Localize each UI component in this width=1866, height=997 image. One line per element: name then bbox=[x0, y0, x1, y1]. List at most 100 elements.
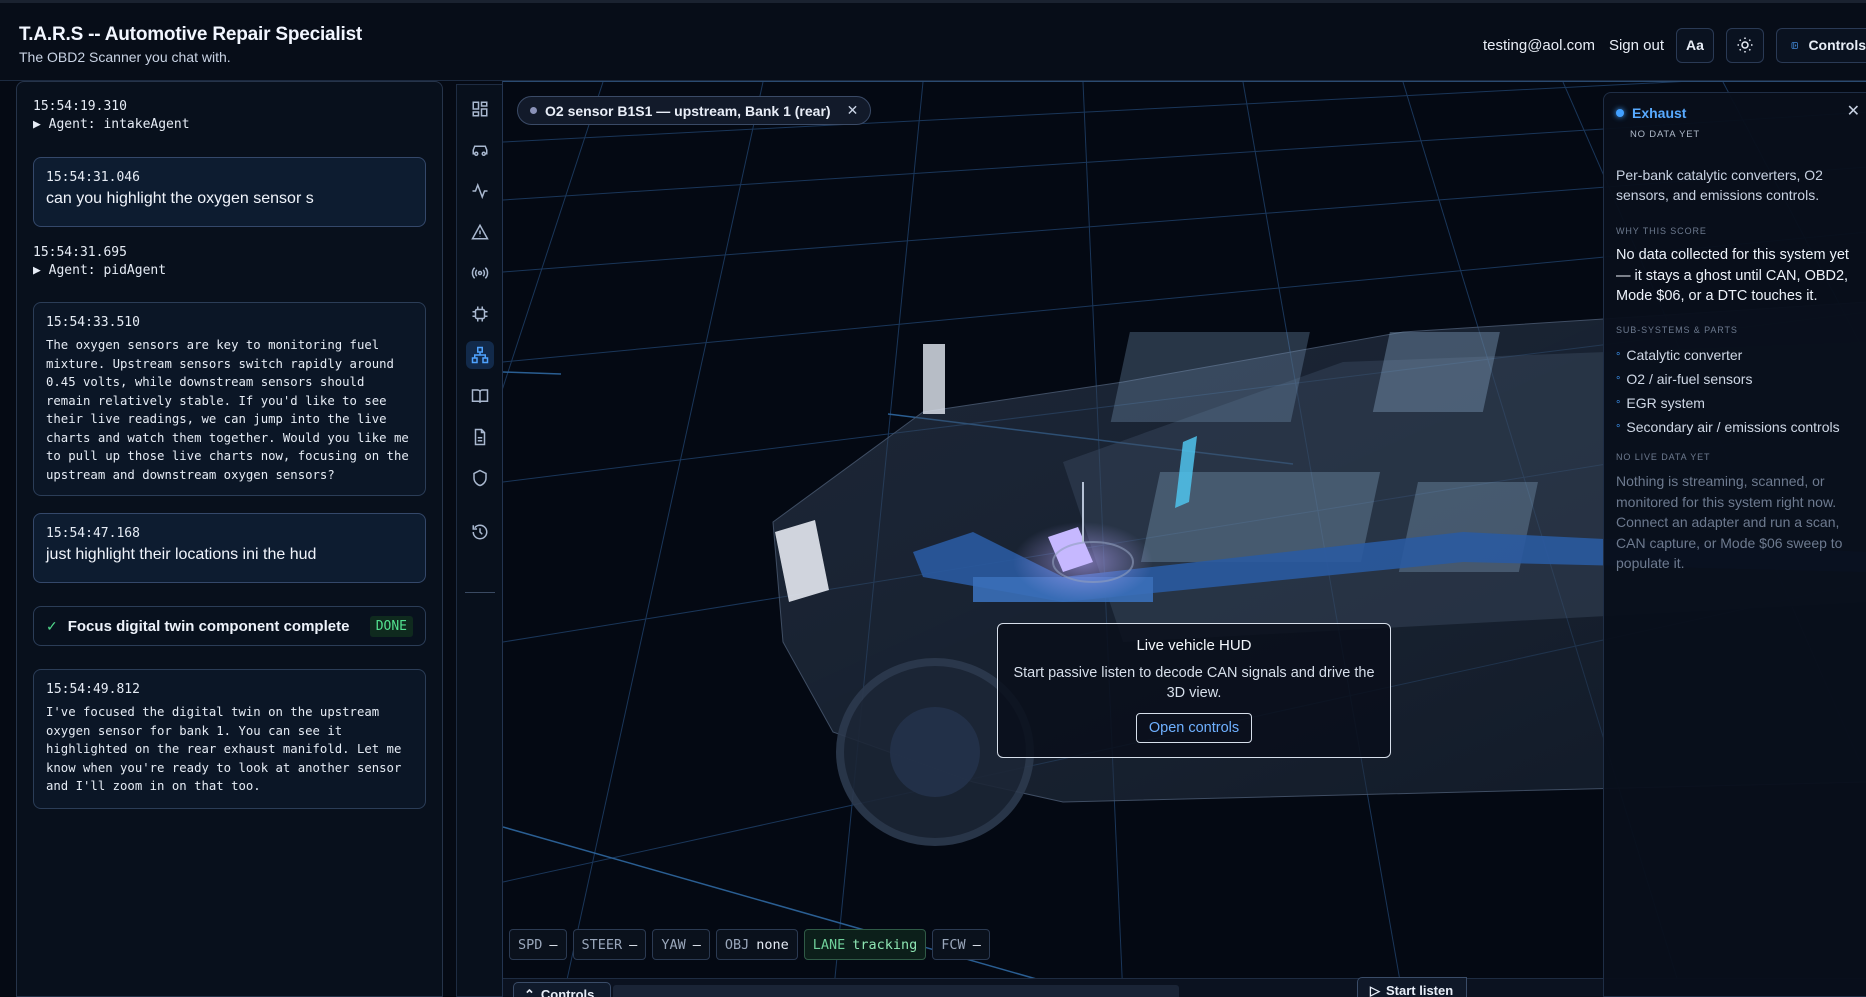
rail-divider bbox=[465, 592, 495, 593]
focus-dot-icon bbox=[530, 107, 537, 114]
list-item: ° EGR system bbox=[1616, 392, 1840, 416]
telemetry-label: LANE bbox=[812, 936, 846, 953]
telemetry-yaw: YAW — bbox=[652, 929, 710, 960]
chip-icon[interactable] bbox=[466, 300, 494, 328]
telemetry-strip: SPD — STEER — YAW — OBJ none LANE tracking FC… bbox=[509, 929, 990, 960]
chat-event: 15:54:31.695 ▶ Agent: pidAgent bbox=[33, 245, 166, 278]
tool-status-row: ✓ Focus digital twin component complete … bbox=[33, 606, 426, 646]
message-text: can you highlight the oxygen sensor s bbox=[46, 190, 314, 207]
system-status: NO DATA YET bbox=[1630, 129, 1701, 140]
user-message: 15:54:47.168 just highlight their locati… bbox=[33, 513, 426, 583]
telemetry-value: tracking bbox=[852, 936, 918, 953]
app-title: T.A.R.S -- Automotive Repair Specialist bbox=[19, 24, 363, 45]
warning-icon[interactable] bbox=[466, 218, 494, 246]
network-icon[interactable] bbox=[466, 341, 494, 369]
focused-component-label: O2 sensor B1S1 — upstream, Bank 1 (rear) bbox=[545, 102, 831, 119]
telemetry-speed: SPD — bbox=[509, 929, 567, 960]
telemetry-label: STEER bbox=[581, 936, 623, 953]
message-text: I've focused the digital twin on the ups… bbox=[46, 705, 402, 793]
part-label: O2 / air-fuel sensors bbox=[1626, 371, 1753, 387]
telemetry-value: — bbox=[549, 936, 558, 953]
chat-panel[interactable]: 15:54:19.310 ▶ Agent: intakeAgent 15:54:… bbox=[16, 81, 443, 997]
section-heading: WHY THIS SCORE bbox=[1616, 226, 1707, 236]
parts-list: ° Catalytic converter ° O2 / air-fuel sens… bbox=[1616, 344, 1840, 440]
hud-title: Live vehicle HUD bbox=[1136, 637, 1252, 654]
list-item: ° O2 / air-fuel sensors bbox=[1616, 368, 1840, 392]
agent-toggle[interactable]: ▶ Agent: intakeAgent bbox=[33, 117, 190, 132]
live-hud-card: Live vehicle HUD Start passive listen to… bbox=[997, 623, 1391, 758]
start-listen-label: Start listen bbox=[1386, 983, 1454, 997]
signal-icon[interactable] bbox=[466, 259, 494, 287]
section-heading: SUB-SYSTEMS & PARTS bbox=[1616, 325, 1738, 335]
assistant-message: 15:54:33.510 The oxygen sensors are key … bbox=[33, 302, 426, 496]
theme-toggle-button[interactable] bbox=[1726, 27, 1764, 63]
message-timestamp: 15:54:19.310 bbox=[33, 99, 127, 114]
open-controls-button[interactable]: Open controls bbox=[1135, 713, 1253, 743]
start-listen-button[interactable]: ▷ Start listen bbox=[1357, 977, 1467, 997]
message-timestamp: 15:54:33.510 bbox=[46, 315, 140, 330]
telemetry-label: SPD bbox=[518, 936, 543, 953]
message-timestamp: 15:54:47.168 bbox=[46, 526, 140, 541]
status-dot-icon bbox=[1616, 109, 1624, 117]
pulse-icon[interactable] bbox=[466, 177, 494, 205]
font-size-button[interactable]: Aa bbox=[1676, 27, 1714, 63]
header-actions: testing@aol.com Sign out Aa Controls bbox=[1483, 25, 1866, 65]
section-heading: NO LIVE DATA YET bbox=[1616, 452, 1711, 462]
chevron-up-icon: ⌃ bbox=[524, 987, 535, 997]
dashboard-icon[interactable] bbox=[466, 95, 494, 123]
user-message: 15:54:31.046 can you highlight the oxyge… bbox=[33, 157, 426, 227]
controls-button[interactable]: Controls bbox=[1776, 27, 1866, 63]
close-icon[interactable]: ✕ bbox=[847, 102, 859, 119]
status-badge: DONE bbox=[369, 615, 413, 637]
bullet-icon: ° bbox=[1616, 423, 1621, 435]
message-timestamp: 15:54:49.812 bbox=[46, 682, 140, 697]
list-item: ° Secondary air / emissions controls bbox=[1616, 416, 1840, 440]
telemetry-value: — bbox=[972, 936, 981, 953]
telemetry-value: — bbox=[629, 936, 638, 953]
telemetry-lane: LANE tracking bbox=[803, 929, 927, 960]
app-subtitle: The OBD2 Scanner you chat with. bbox=[19, 49, 231, 65]
close-icon[interactable]: ✕ bbox=[1847, 101, 1860, 121]
bullet-icon: ° bbox=[1616, 399, 1621, 411]
tool-status-label: Focus digital twin component complete bbox=[67, 617, 350, 635]
history-icon[interactable] bbox=[466, 518, 494, 546]
bullet-icon: ° bbox=[1616, 351, 1621, 363]
telemetry-value: — bbox=[692, 936, 701, 953]
message-timestamp: 15:54:31.695 bbox=[33, 245, 127, 260]
telemetry-value: none bbox=[756, 936, 789, 953]
document-icon[interactable] bbox=[466, 423, 494, 451]
sign-out-link[interactable]: Sign out bbox=[1609, 37, 1664, 54]
user-email: testing@aol.com bbox=[1483, 36, 1595, 54]
play-icon: ▷ bbox=[1370, 983, 1380, 997]
message-text: The oxygen sensors are key to monitoring… bbox=[46, 338, 409, 482]
app-header: T.A.R.S -- Automotive Repair Specialist … bbox=[0, 0, 1866, 81]
sun-icon bbox=[1737, 37, 1753, 53]
bullet-icon: ° bbox=[1616, 375, 1621, 387]
hud-description: Start passive listen to decode CAN signa… bbox=[1013, 665, 1375, 701]
part-label: Secondary air / emissions controls bbox=[1626, 419, 1840, 435]
car-icon[interactable] bbox=[466, 136, 494, 164]
telemetry-label: YAW bbox=[661, 936, 686, 953]
focused-component-chip: O2 sensor B1S1 — upstream, Bank 1 (rear)… bbox=[517, 96, 872, 125]
agent-toggle[interactable]: ▶ Agent: pidAgent bbox=[33, 263, 166, 278]
telemetry-fcw: FCW — bbox=[932, 929, 990, 960]
system-title: Exhaust bbox=[1632, 105, 1687, 121]
tool-rail bbox=[456, 84, 502, 997]
message-timestamp: 15:54:31.046 bbox=[46, 170, 140, 185]
telemetry-label: OBJ bbox=[724, 936, 750, 953]
telemetry-steer: STEER — bbox=[572, 929, 647, 960]
list-item: ° Catalytic converter bbox=[1616, 344, 1840, 368]
book-icon[interactable] bbox=[466, 382, 494, 410]
message-text: just highlight their locations ini the h… bbox=[46, 546, 317, 563]
controls-drawer-tab[interactable]: ⌃ Controls bbox=[513, 982, 611, 997]
controls-drawer-track bbox=[613, 985, 1179, 997]
part-label: Catalytic converter bbox=[1626, 347, 1743, 363]
system-info-panel: Exhaust ✕ NO DATA YET Per-bank catalytic… bbox=[1603, 92, 1866, 997]
assistant-message: 15:54:49.812 I've focused the digital tw… bbox=[33, 669, 426, 809]
no-live-data-text: Nothing is streaming, scanned, or monito… bbox=[1616, 473, 1843, 571]
telemetry-label: FCW bbox=[941, 936, 966, 953]
shield-icon[interactable] bbox=[466, 464, 494, 492]
panel-icon bbox=[1791, 41, 1798, 49]
telemetry-obj: OBJ none bbox=[715, 929, 798, 960]
controls-button-label: Controls bbox=[1808, 37, 1866, 53]
